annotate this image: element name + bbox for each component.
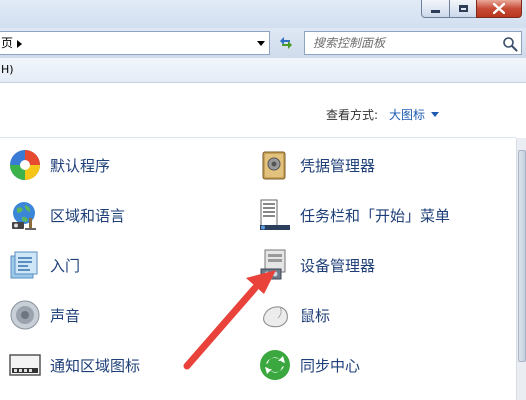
cp-item-getting-started[interactable]: 入门 — [8, 246, 80, 284]
divider — [0, 137, 516, 138]
view-by-label: 查看方式: — [326, 108, 379, 122]
maximize-icon — [458, 5, 468, 12]
cp-item-label: 声音 — [50, 306, 81, 325]
search-box[interactable] — [304, 31, 522, 55]
cp-item-sound[interactable]: 声音 — [8, 296, 80, 334]
cp-item-device-manager[interactable]: 设备管理器 — [258, 246, 375, 284]
address-bar[interactable]: 页 — [0, 31, 270, 55]
close-button[interactable] — [476, 0, 522, 18]
cp-item-region-language[interactable]: 区域和语言 — [8, 196, 125, 234]
maximize-button[interactable] — [449, 0, 477, 18]
cp-item-notification-icons[interactable]: 通知区域图标 — [8, 346, 140, 384]
cp-item-taskbar-start-menu[interactable]: 任务栏和「开始」菜单 — [258, 196, 450, 234]
close-icon — [493, 3, 505, 14]
cp-item-label: 任务栏和「开始」菜单 — [300, 206, 451, 225]
address-history-dropdown[interactable] — [253, 32, 269, 54]
address-row: 页 — [0, 28, 526, 58]
credential-manager-icon — [262, 151, 286, 180]
refresh-button[interactable] — [274, 32, 298, 54]
view-by-dropdown[interactable]: 大图标 — [389, 106, 425, 123]
sync-center-icon — [260, 350, 290, 380]
cp-item-label: 同步中心 — [300, 356, 361, 375]
refresh-icon — [280, 37, 292, 49]
breadcrumb[interactable]: 页 — [1, 32, 13, 54]
menu-item-help[interactable]: H) — [1, 58, 14, 82]
menu-bar: H) — [0, 58, 526, 83]
sound-icon — [10, 300, 40, 330]
getting-started-icon — [10, 251, 38, 279]
cp-item-sync-center[interactable]: 同步中心 — [258, 346, 360, 384]
chevron-down-icon — [257, 41, 265, 46]
chevron-down-icon[interactable] — [431, 112, 439, 117]
minimize-icon — [431, 10, 440, 13]
search-icon[interactable] — [502, 36, 518, 52]
notification-icons-icon — [9, 354, 41, 376]
cp-item-label: 入门 — [50, 256, 81, 275]
scrollbar-thumb[interactable] — [518, 150, 526, 362]
search-input[interactable] — [305, 32, 503, 54]
mouse-icon — [263, 306, 288, 328]
cp-item-label: 设备管理器 — [300, 256, 376, 275]
cp-item-label: 鼠标 — [300, 306, 331, 325]
title-bar — [0, 0, 526, 28]
cp-item-label: 凭据管理器 — [300, 156, 376, 175]
cp-item-label: 区域和语言 — [50, 206, 126, 225]
cp-item-mouse[interactable]: 鼠标 — [258, 296, 330, 334]
cp-item-label: 默认程序 — [50, 156, 111, 175]
cp-item-default-programs[interactable]: 默认程序 — [8, 146, 110, 184]
taskbar-start-menu-icon — [260, 199, 290, 230]
device-manager-icon — [260, 249, 286, 280]
minimize-button[interactable] — [421, 0, 450, 18]
region-language-icon — [12, 202, 36, 230]
breadcrumb-separator-icon[interactable] — [17, 40, 22, 48]
control-panel-window: 页 H) 查看方式: 大图标 — [0, 0, 526, 400]
default-programs-icon — [10, 150, 40, 180]
cp-item-credential-manager[interactable]: 凭据管理器 — [258, 146, 375, 184]
cp-item-label: 通知区域图标 — [50, 356, 141, 375]
